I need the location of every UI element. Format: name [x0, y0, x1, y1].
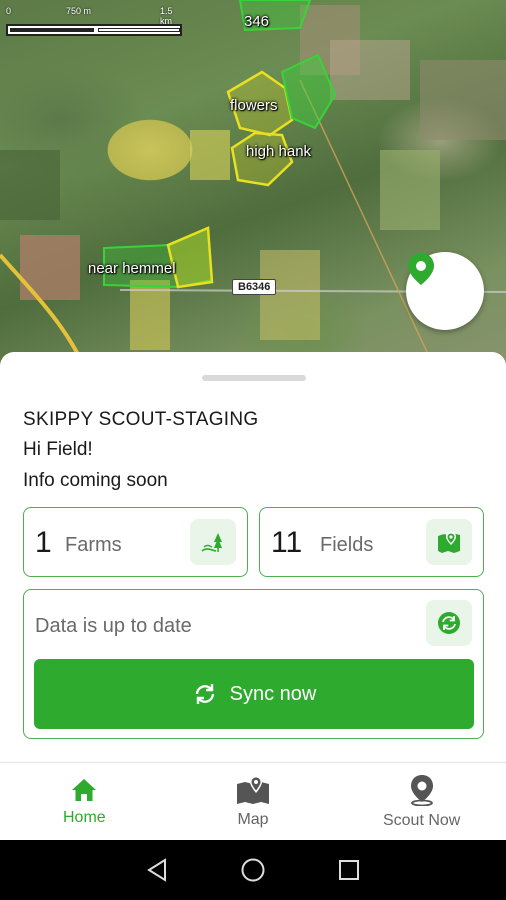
map-scale-bar: 0 750 m 1.5 km — [6, 6, 182, 36]
farms-count: 1 — [35, 526, 52, 559]
home-icon — [72, 778, 97, 801]
field-label-flowers[interactable]: flowers — [230, 97, 278, 114]
sync-card: Data is up to date Sync now — [23, 589, 484, 739]
farms-card[interactable]: 1 Farms — [23, 507, 248, 577]
greeting-text: Hi Field! — [23, 439, 93, 460]
map-pin-fields-icon — [438, 532, 460, 553]
sync-now-label: Sync now — [229, 682, 317, 705]
nav-label-map: Map — [237, 810, 269, 828]
fields-label: Fields — [320, 534, 374, 556]
nav-item-map[interactable]: Map — [169, 763, 338, 840]
farm-icon-tile — [190, 519, 236, 565]
scale-tick-750m: 750 m — [66, 6, 92, 16]
organization-title: SKIPPY SCOUT-STAGING — [23, 409, 259, 430]
home-circle-icon[interactable] — [240, 857, 266, 883]
recents-icon[interactable] — [338, 859, 360, 881]
field-label-high-hank[interactable]: high hank — [246, 143, 311, 160]
sync-icon — [195, 684, 214, 704]
location-pin-icon — [408, 253, 434, 285]
farm-tree-icon — [201, 533, 222, 552]
field-label-near-hemmel[interactable]: near hemmel — [88, 260, 176, 277]
back-icon[interactable] — [146, 858, 168, 882]
scale-tick-0: 0 — [6, 6, 12, 16]
field-label-346[interactable]: 346 — [244, 13, 269, 30]
locate-me-button[interactable] — [406, 252, 484, 330]
bottom-navigation: Home Map Scout Now — [0, 762, 506, 840]
home-bottom-sheet: SKIPPY SCOUT-STAGING Hi Field! Info comi… — [0, 352, 506, 762]
sync-status-text: Data is up to date — [35, 615, 192, 637]
system-navigation-bar — [0, 840, 506, 900]
fields-count: 11 — [271, 526, 303, 559]
farms-label: Farms — [65, 534, 122, 556]
info-text: Info coming soon — [23, 470, 168, 491]
nav-label-scout-now: Scout Now — [382, 811, 461, 829]
nav-label-home: Home — [62, 808, 106, 826]
scale-tick-1-5km: 1.5 km — [160, 6, 173, 26]
nav-item-scout-now[interactable]: Scout Now — [337, 763, 506, 840]
sheet-drag-handle[interactable] — [202, 375, 306, 381]
road-label: B6346 — [232, 279, 277, 295]
fields-icon-tile — [426, 519, 472, 565]
sync-status-icon-tile — [426, 600, 472, 646]
sync-now-button[interactable]: Sync now — [34, 659, 474, 729]
cloud-sync-icon — [438, 612, 460, 634]
location-pin-icon — [410, 774, 433, 806]
nav-item-home[interactable]: Home — [0, 763, 169, 840]
fields-card[interactable]: 11 Fields — [259, 507, 484, 577]
satellite-map[interactable]: 0 750 m 1.5 km 346 flowers high hank nea… — [0, 0, 506, 380]
map-icon — [237, 775, 269, 804]
